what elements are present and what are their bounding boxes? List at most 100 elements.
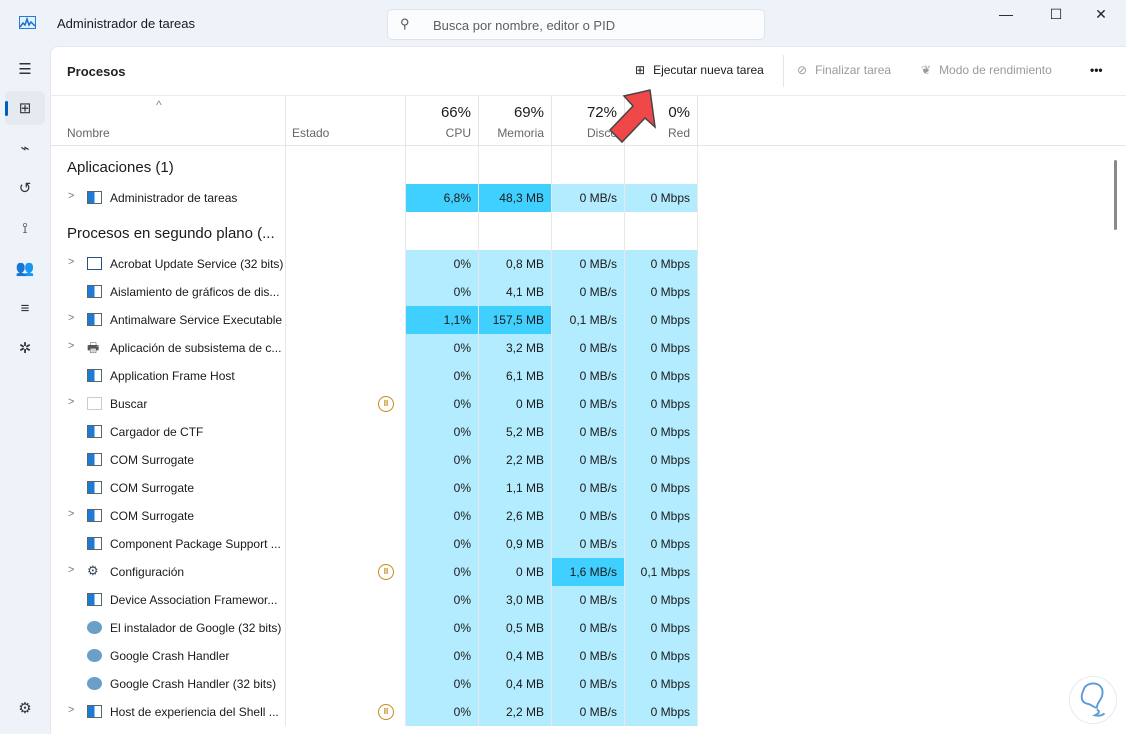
- nav-services-icon[interactable]: ✲: [5, 331, 45, 365]
- efficiency-mode-button[interactable]: ❦ Modo de rendimiento: [921, 63, 1052, 77]
- svc-process-icon: [87, 369, 102, 382]
- table-row[interactable]: COM Surrogate 0% 2,2 MB 0 MB/s 0 Mbps: [51, 446, 698, 474]
- cpu-cell: 0%: [406, 418, 479, 446]
- table-row[interactable]: > Buscar II 0% 0 MB 0 MB/s 0 Mbps: [51, 390, 698, 418]
- column-status[interactable]: Estado: [286, 96, 406, 146]
- svc-process-icon: [87, 481, 102, 494]
- menu-hamburger-icon[interactable]: ☰: [5, 52, 45, 86]
- network-total: 0%: [668, 104, 690, 121]
- nav-processes-icon[interactable]: ⊞: [5, 91, 45, 125]
- nav-performance-icon[interactable]: ⌁: [5, 131, 45, 165]
- svc-process-icon: [87, 313, 102, 326]
- process-name: COM Surrogate: [110, 481, 195, 495]
- disk-cell: 1,6 MB/s: [552, 558, 625, 586]
- cpu-cell: 0%: [406, 390, 479, 418]
- run-new-task-button[interactable]: ⊞ Ejecutar nueva tarea: [635, 63, 764, 77]
- table-row[interactable]: > Administrador de tareas 6,8% 48,3 MB 0 …: [51, 184, 698, 212]
- nav-settings-icon[interactable]: ⚙: [5, 691, 45, 725]
- disk-cell: 0 MB/s: [552, 362, 625, 390]
- table-row[interactable]: El instalador de Google (32 bits) 0% 0,5…: [51, 614, 698, 642]
- cpu-cell: 0%: [406, 362, 479, 390]
- disk-cell: 0 MB/s: [552, 586, 625, 614]
- sort-ascending-icon: ^: [156, 98, 162, 112]
- process-name: Application Frame Host: [110, 369, 235, 383]
- network-cell: 0 Mbps: [625, 530, 698, 558]
- cpu-cell: 6,8%: [406, 184, 479, 212]
- cpu-cell: 1,1%: [406, 306, 479, 334]
- more-options-button[interactable]: •••: [1090, 63, 1103, 77]
- maximize-button[interactable]: ☐: [1036, 6, 1076, 26]
- network-cell: 0 Mbps: [625, 362, 698, 390]
- google-process-icon: [87, 649, 102, 662]
- disk-cell: 0 MB/s: [552, 184, 625, 212]
- table-row[interactable]: > ⚙ Configuración II 0% 0 MB 1,6 MB/s 0,1 …: [51, 558, 698, 586]
- expand-chevron-icon[interactable]: >: [68, 312, 74, 324]
- nav-app-history-icon[interactable]: ↺: [5, 171, 45, 205]
- expand-chevron-icon[interactable]: >: [68, 340, 74, 352]
- table-row[interactable]: Cargador de CTF 0% 5,2 MB 0 MB/s 0 Mbps: [51, 418, 698, 446]
- table-row[interactable]: > COM Surrogate 0% 2,6 MB 0 MB/s 0 Mbps: [51, 502, 698, 530]
- process-name: COM Surrogate: [110, 453, 195, 467]
- table-row[interactable]: COM Surrogate 0% 1,1 MB 0 MB/s 0 Mbps: [51, 474, 698, 502]
- close-button[interactable]: ✕: [1081, 6, 1121, 26]
- taskmgr-process-icon: [87, 191, 102, 204]
- disk-cell: 0 MB/s: [552, 642, 625, 670]
- end-task-button[interactable]: ⊘ Finalizar tarea: [797, 63, 891, 77]
- table-row[interactable]: > Acrobat Update Service (32 bits) 0% 0,8…: [51, 250, 698, 278]
- memory-cell: 3,0 MB: [479, 586, 552, 614]
- toolbar-divider: [783, 55, 784, 87]
- memory-cell: 0,5 MB: [479, 614, 552, 642]
- disk-cell: 0 MB/s: [552, 474, 625, 502]
- disk-cell: 0 MB/s: [552, 670, 625, 698]
- expand-chevron-icon[interactable]: >: [68, 564, 74, 576]
- leaf-icon: ❦: [921, 63, 932, 77]
- table-row[interactable]: > Antimalware Service Executable 1,1% 157…: [51, 306, 698, 334]
- title-bar: Administrador de tareas ⚲ Busca por nomb…: [0, 0, 1126, 46]
- none-process-icon: [87, 397, 102, 410]
- search-input[interactable]: ⚲ Busca por nombre, editor o PID: [387, 9, 765, 40]
- scrollbar-thumb[interactable]: [1114, 160, 1117, 230]
- minimize-button[interactable]: —: [986, 6, 1026, 26]
- watermark-logo: [1069, 676, 1117, 724]
- cpu-cell: 0%: [406, 530, 479, 558]
- process-name: Google Crash Handler: [110, 649, 230, 663]
- network-cell: 0 Mbps: [625, 614, 698, 642]
- process-name: Antimalware Service Executable: [110, 313, 283, 327]
- process-name: Aislamiento de gráficos de dis...: [110, 285, 280, 299]
- nav-startup-apps-icon[interactable]: ⟟: [5, 211, 45, 245]
- table-row[interactable]: Google Crash Handler (32 bits) 0% 0,4 MB…: [51, 670, 698, 698]
- group-header[interactable]: Procesos en segundo plano (...: [51, 212, 698, 250]
- network-cell: 0 Mbps: [625, 390, 698, 418]
- process-name: Component Package Support ...: [110, 537, 281, 551]
- run-task-icon: ⊞: [635, 63, 646, 77]
- cpu-cell: 0%: [406, 642, 479, 670]
- cpu-cell: 0%: [406, 614, 479, 642]
- table-row[interactable]: > Host de experiencia del Shell ... II 0%…: [51, 698, 698, 726]
- process-name: Configuración: [110, 565, 185, 579]
- expand-chevron-icon[interactable]: >: [68, 704, 74, 716]
- expand-chevron-icon[interactable]: >: [68, 190, 74, 202]
- search-placeholder: Busca por nombre, editor o PID: [433, 18, 616, 33]
- table-row[interactable]: Google Crash Handler 0% 0,4 MB 0 MB/s 0 …: [51, 642, 698, 670]
- column-name[interactable]: ^ Nombre: [51, 96, 286, 146]
- cpu-cell: 0%: [406, 502, 479, 530]
- table-row[interactable]: Application Frame Host 0% 6,1 MB 0 MB/s …: [51, 362, 698, 390]
- expand-chevron-icon[interactable]: >: [68, 508, 74, 520]
- expand-chevron-icon[interactable]: >: [68, 396, 74, 408]
- svc-process-icon: [87, 537, 102, 550]
- nav-users-icon[interactable]: 👥: [5, 251, 45, 285]
- table-row[interactable]: Component Package Support ... 0% 0,9 MB …: [51, 530, 698, 558]
- nav-details-icon[interactable]: ≡: [5, 291, 45, 325]
- table-row[interactable]: Device Association Framewor... 0% 3,0 MB…: [51, 586, 698, 614]
- column-memory[interactable]: 69% Memoria: [479, 96, 552, 146]
- table-row[interactable]: > 🖶 Aplicación de subsistema de c... 0% 3,…: [51, 334, 698, 362]
- memory-cell: 0,4 MB: [479, 670, 552, 698]
- memory-cell: 5,2 MB: [479, 418, 552, 446]
- column-cpu[interactable]: 66% CPU: [406, 96, 479, 146]
- table-row[interactable]: Aislamiento de gráficos de dis... 0% 4,1…: [51, 278, 698, 306]
- memory-cell: 4,1 MB: [479, 278, 552, 306]
- expand-chevron-icon[interactable]: >: [68, 256, 74, 268]
- cpu-cell: 0%: [406, 474, 479, 502]
- network-cell: 0 Mbps: [625, 586, 698, 614]
- process-name: Cargador de CTF: [110, 425, 204, 439]
